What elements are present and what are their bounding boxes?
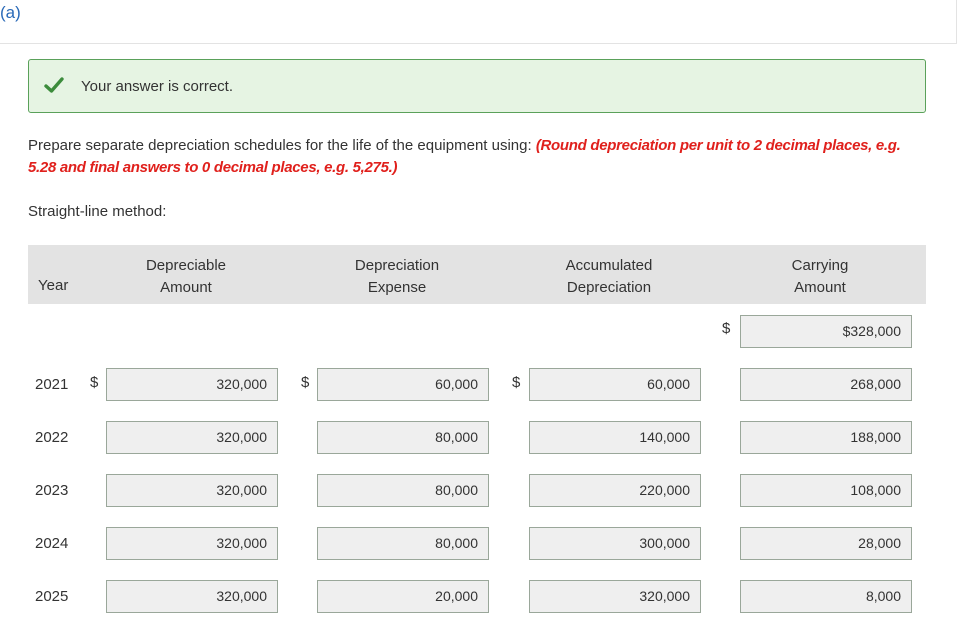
method-label: Straight-line method:	[28, 203, 167, 220]
header-carrying-amount: Carrying Amount	[791, 257, 849, 296]
year-label: 2022	[35, 429, 69, 446]
dollar-sign: $	[722, 320, 731, 337]
accumulated-depreciation-input[interactable]: 140,000	[529, 421, 701, 454]
depreciable-amount-input[interactable]: 320,000	[106, 580, 278, 613]
depreciation-expense-input[interactable]: 60,000	[317, 368, 489, 401]
accumulated-depreciation-input[interactable]: 320,000	[529, 580, 701, 613]
part-header: (a)	[0, 0, 956, 44]
header-accumulated-depreciation: Accumulated Depreciation	[565, 257, 653, 296]
depreciable-amount-input[interactable]: 320,000	[106, 474, 278, 507]
depreciation-expense-input[interactable]: 80,000	[317, 527, 489, 560]
initial-carrying-amount-input[interactable]: $328,000	[740, 315, 912, 348]
feedback-banner: Your answer is correct.	[28, 59, 926, 113]
dollar-sign: $	[301, 374, 310, 391]
instructions: Prepare separate depreciation schedules …	[28, 135, 928, 179]
accumulated-depreciation-input[interactable]: 60,000	[529, 368, 701, 401]
dollar-sign: $	[512, 374, 521, 391]
year-label: 2023	[35, 482, 69, 499]
carrying-amount-input[interactable]: 8,000	[740, 580, 912, 613]
depreciable-amount-input[interactable]: 320,000	[106, 421, 278, 454]
header-depreciation-expense: Depreciation Expense	[354, 257, 440, 296]
header-depreciable-amount: Depreciable Amount	[145, 257, 227, 296]
part-label: (a)	[0, 3, 21, 22]
year-label: 2025	[35, 588, 69, 605]
feedback-message: Your answer is correct.	[81, 78, 234, 95]
year-label: 2024	[35, 535, 69, 552]
header-divider	[956, 0, 957, 44]
depreciation-expense-input[interactable]: 20,000	[317, 580, 489, 613]
accumulated-depreciation-input[interactable]: 220,000	[529, 474, 701, 507]
carrying-amount-input[interactable]: 268,000	[740, 368, 912, 401]
depreciable-amount-input[interactable]: 320,000	[106, 527, 278, 560]
checkmark-icon	[44, 77, 64, 93]
accumulated-depreciation-input[interactable]: 300,000	[529, 527, 701, 560]
header-year: Year	[38, 277, 69, 294]
depreciation-expense-input[interactable]: 80,000	[317, 421, 489, 454]
table-header: Year Depreciable Amount Depreciation Expen…	[28, 245, 926, 304]
depreciation-expense-input[interactable]: 80,000	[317, 474, 489, 507]
dollar-sign: $	[90, 374, 99, 391]
instructions-text: Prepare separate depreciation schedules …	[28, 137, 536, 154]
depreciable-amount-input[interactable]: 320,000	[106, 368, 278, 401]
year-label: 2021	[35, 376, 69, 393]
carrying-amount-input[interactable]: 188,000	[740, 421, 912, 454]
carrying-amount-input[interactable]: 108,000	[740, 474, 912, 507]
carrying-amount-input[interactable]: 28,000	[740, 527, 912, 560]
